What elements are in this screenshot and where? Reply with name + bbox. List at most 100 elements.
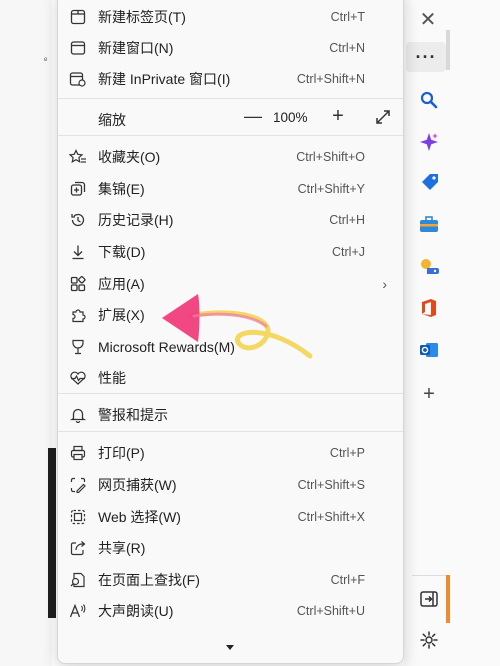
menu-item-shortcut: Ctrl+J	[332, 245, 365, 259]
chevron-down-icon	[226, 644, 234, 650]
chevron-right-icon: ›	[382, 276, 387, 292]
bell-icon	[68, 405, 88, 425]
settings-icon	[420, 631, 438, 649]
menu-divider	[58, 135, 403, 136]
read-aloud-icon	[68, 601, 88, 621]
apps-icon	[68, 274, 88, 294]
menu-item-label: 打印(P)	[98, 445, 145, 461]
menu-divider	[58, 98, 403, 99]
menu-item-label: Microsoft Rewards(M)	[98, 339, 235, 355]
page-dark-region	[48, 448, 56, 618]
menu-item-history[interactable]: 历史记录(H) Ctrl+H	[58, 205, 403, 235]
sidebar-settings-button[interactable]	[416, 627, 442, 653]
sidebar-split-button[interactable]	[416, 586, 442, 612]
menu-item-shortcut: Ctrl+F	[330, 573, 365, 587]
browser-left-edge: ᵉ	[0, 0, 56, 666]
menu-item-new-window[interactable]: 新建窗口(N) Ctrl+N	[58, 33, 403, 63]
sidebar-games-button[interactable]	[416, 253, 442, 279]
menu-item-share[interactable]: 共享(R)	[58, 533, 403, 563]
outlook-icon	[420, 343, 438, 357]
menu-item-new-tab[interactable]: 新建标签页(T) Ctrl+T	[58, 2, 403, 32]
menu-item-shortcut: Ctrl+P	[329, 446, 365, 460]
tools-icon	[420, 216, 438, 232]
menu-item-label: 应用(A)	[98, 276, 145, 292]
games-icon	[421, 259, 439, 274]
sidebar-copilot-button[interactable]	[416, 129, 442, 155]
menu-item-shortcut: Ctrl+Shift+X	[297, 510, 365, 524]
sidebar-tools-button[interactable]	[416, 211, 442, 237]
menu-item-web-capture[interactable]: 网页捕获(W) Ctrl+Shift+S	[58, 470, 403, 500]
menu-item-web-select[interactable]: Web 选择(W) Ctrl+Shift+X	[58, 502, 403, 532]
close-button[interactable]: ✕	[413, 6, 443, 32]
scrollbar-thumb[interactable]	[446, 575, 450, 623]
menu-item-label: 网页捕获(W)	[98, 477, 177, 493]
find-icon	[68, 570, 88, 590]
menu-item-label: 集锦(E)	[98, 181, 145, 197]
menu-item-collections[interactable]: 集锦(E) Ctrl+Shift+Y	[58, 174, 403, 204]
history-icon	[68, 210, 88, 230]
sidebar-add-button[interactable]: +	[416, 381, 442, 407]
fullscreen-icon	[376, 110, 390, 124]
office-icon	[422, 299, 436, 317]
print-icon	[68, 443, 88, 463]
menu-item-shortcut: Ctrl+Shift+N	[296, 72, 365, 86]
close-icon: ✕	[419, 8, 437, 31]
menu-item-label: 扩展(X)	[98, 307, 145, 323]
web-capture-icon	[68, 475, 88, 495]
menu-item-label: 新建窗口(N)	[98, 40, 174, 56]
sidebar-outlook-button[interactable]	[416, 337, 442, 363]
menu-item-rewards[interactable]: Microsoft Rewards(M)	[58, 332, 403, 362]
menu-scroll-down-button[interactable]	[222, 642, 238, 652]
scrollbar-track	[446, 30, 450, 70]
settings-menu: 新建标签页(T) Ctrl+T 新建窗口(N) Ctrl+N 新建 InPriv…	[57, 0, 404, 664]
sidebar-office-button[interactable]	[416, 295, 442, 321]
menu-item-shortcut: Ctrl+T	[330, 10, 365, 24]
menu-item-new-inprivate[interactable]: 新建 InPrivate 窗口(I) Ctrl+Shift+N	[58, 64, 403, 94]
menu-item-label: 警报和提示	[98, 407, 168, 423]
zoom-label: 缩放	[98, 112, 126, 128]
menu-item-performance[interactable]: 性能	[58, 363, 403, 393]
menu-item-find[interactable]: 在页面上查找(F) Ctrl+F	[58, 565, 403, 595]
settings-and-more-button[interactable]: ···	[406, 42, 446, 72]
share-icon	[68, 538, 88, 558]
search-icon	[420, 91, 438, 109]
split-screen-icon	[420, 591, 438, 607]
menu-divider	[58, 393, 403, 394]
fullscreen-button[interactable]	[371, 105, 395, 129]
menu-item-shortcut: Ctrl+Shift+S	[297, 478, 365, 492]
favorites-icon	[68, 147, 88, 167]
new-tab-icon	[68, 7, 88, 27]
sidebar-divider	[412, 575, 448, 576]
performance-icon	[68, 368, 88, 388]
menu-item-favorites[interactable]: 收藏夹(O) Ctrl+Shift+O	[58, 142, 403, 172]
menu-item-shortcut: Ctrl+N	[329, 41, 365, 55]
menu-item-label: 性能	[98, 370, 126, 386]
download-icon	[68, 242, 88, 262]
menu-item-print[interactable]: 打印(P) Ctrl+P	[58, 438, 403, 468]
menu-item-shortcut: Ctrl+H	[329, 213, 365, 227]
menu-item-alerts[interactable]: 警报和提示	[58, 400, 403, 430]
menu-item-label: Web 选择(W)	[98, 509, 181, 525]
rewards-icon	[68, 337, 88, 357]
menu-item-read-aloud[interactable]: 大声朗读(U) Ctrl+Shift+U	[58, 596, 403, 626]
menu-item-label: 新建 InPrivate 窗口(I)	[98, 71, 231, 87]
menu-item-label: 共享(R)	[98, 540, 146, 556]
menu-item-label: 下载(D)	[98, 244, 146, 260]
zoom-out-button[interactable]: —	[241, 103, 265, 129]
menu-item-label: 历史记录(H)	[98, 212, 174, 228]
add-icon: +	[423, 382, 435, 405]
menu-item-apps[interactable]: 应用(A) ›	[58, 269, 403, 299]
inprivate-icon	[68, 69, 88, 89]
zoom-in-button[interactable]: +	[326, 103, 350, 129]
menu-item-label: 大声朗读(U)	[98, 603, 174, 619]
shopping-tag-icon	[422, 174, 438, 190]
menu-item-label: 新建标签页(T)	[98, 9, 186, 25]
menu-item-extensions[interactable]: 扩展(X)	[58, 300, 403, 330]
web-select-icon	[68, 507, 88, 527]
sidebar-search-button[interactable]	[416, 87, 442, 113]
sidebar-shopping-button[interactable]	[416, 170, 442, 196]
copilot-icon	[420, 133, 438, 151]
minus-icon: —	[244, 105, 262, 126]
menu-item-shortcut: Ctrl+Shift+O	[296, 150, 365, 164]
menu-item-downloads[interactable]: 下载(D) Ctrl+J	[58, 237, 403, 267]
